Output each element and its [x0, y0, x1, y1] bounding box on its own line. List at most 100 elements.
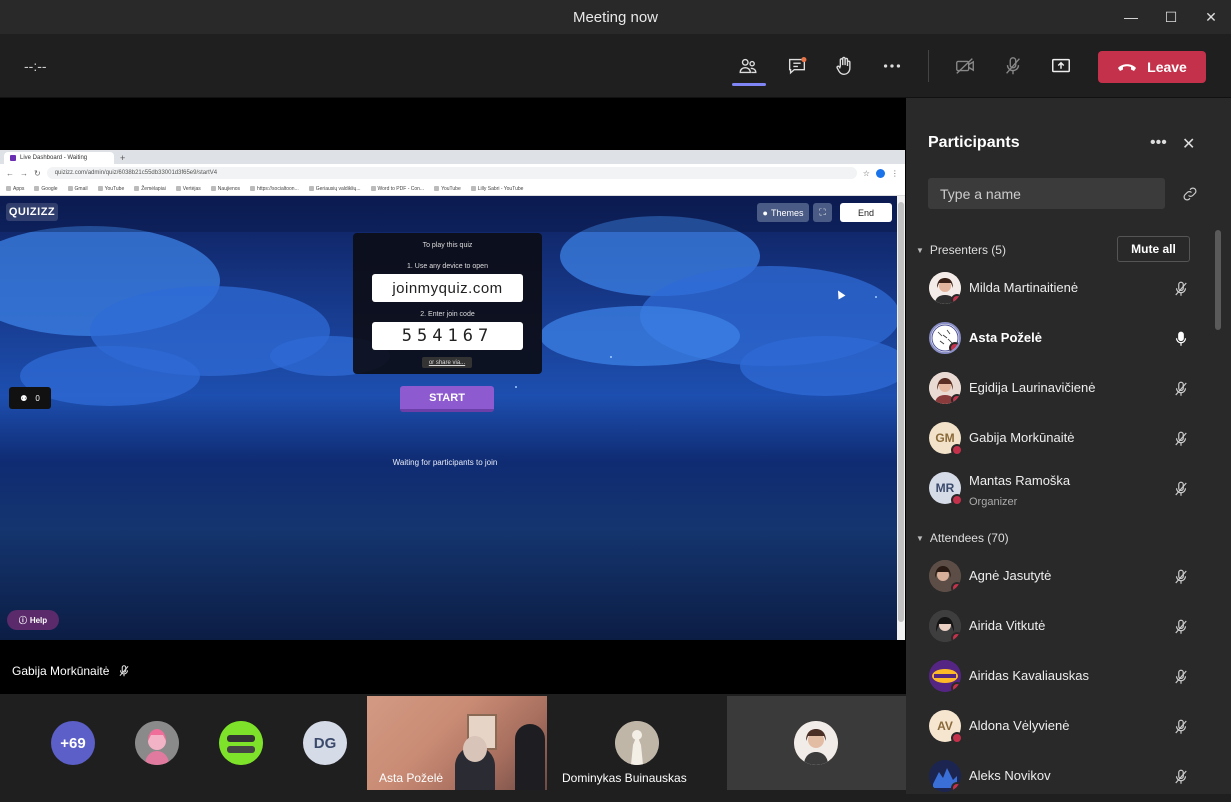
close-window-icon[interactable]: ✕	[1191, 0, 1231, 34]
quizizz-logo[interactable]: QUIZIZZ	[6, 203, 58, 221]
status-away-icon	[951, 632, 961, 642]
participant-row[interactable]: GM Gabija Morkūnaitė	[906, 414, 1216, 464]
video-tile-name: Dominykas Buinauskas	[562, 771, 687, 785]
participant-name: Milda Martinaitienė	[969, 280, 1079, 295]
status-away-icon	[951, 294, 961, 304]
participant-avatar-dg[interactable]: DG	[303, 721, 347, 765]
participant-row[interactable]: Airida Vitkutė	[906, 602, 1216, 652]
participant-row[interactable]: Aleks Novikov	[906, 752, 1216, 802]
chat-button[interactable]	[779, 48, 815, 84]
bookmark[interactable]: Google	[34, 186, 57, 192]
back-icon[interactable]: ←	[6, 169, 14, 178]
mic-off-icon[interactable]	[1172, 718, 1190, 736]
participant-row[interactable]: Airidas Kavaliauskas	[906, 652, 1216, 702]
share-screen-button[interactable]	[1043, 48, 1079, 84]
mute-all-button[interactable]: Mute all	[1117, 236, 1190, 262]
bookmark[interactable]: Žemėlapiai	[134, 186, 165, 192]
status-away-icon	[951, 782, 961, 792]
join-code-box[interactable]: 554167	[372, 322, 523, 350]
bookmark[interactable]: Word to PDF - Con...	[371, 186, 425, 192]
browser-scrollbar[interactable]	[897, 196, 905, 640]
bookmark[interactable]: https://socialtoon...	[250, 186, 299, 192]
end-button[interactable]: End	[840, 203, 892, 222]
status-away-icon	[951, 682, 961, 692]
panel-scrollbar[interactable]	[1215, 230, 1221, 330]
participant-row[interactable]: Asta Poželė	[906, 314, 1216, 364]
presenters-header-label: Presenters (5)	[929, 243, 1006, 257]
participants-button[interactable]	[730, 48, 766, 84]
browser-menu-icon[interactable]: ⋮	[891, 169, 899, 178]
participant-row[interactable]: AV Aldona Vėlyvienė	[906, 702, 1216, 752]
bookmark[interactable]: Lilly Sabri - YouTube	[471, 186, 524, 192]
bookmark[interactable]: Gmail	[68, 186, 88, 192]
window-title: Meeting now	[572, 8, 659, 26]
video-tile-self[interactable]	[727, 696, 906, 790]
more-actions-button[interactable]	[874, 48, 910, 84]
overflow-participants-button[interactable]: +69	[51, 721, 95, 765]
share-via-link[interactable]: or share via...	[422, 357, 472, 368]
bookmark[interactable]: Apps	[6, 186, 24, 192]
participant-avatar	[929, 322, 961, 354]
mic-toggle-button[interactable]	[995, 48, 1031, 84]
more-icon	[883, 64, 901, 68]
star-icon[interactable]: ☆	[863, 169, 870, 178]
camera-toggle-button[interactable]	[947, 48, 983, 84]
participant-row[interactable]: MR Mantas Ramoška Organizer	[906, 464, 1216, 514]
browser-url-field[interactable]: quizizz.com/admin/quiz/6038b21c55db33001…	[46, 167, 857, 179]
maximize-icon[interactable]: ☐	[1151, 0, 1191, 34]
bookmark[interactable]: YouTube	[98, 186, 125, 192]
browser-tab[interactable]: Live Dashboard - Waiting	[4, 152, 114, 164]
join-step-2: 2. Enter join code	[420, 311, 475, 318]
forward-icon[interactable]: →	[20, 169, 28, 178]
bookmark[interactable]: YouTube	[434, 186, 461, 192]
participant-avatar[interactable]	[219, 721, 263, 765]
fullscreen-button[interactable]: ⛶	[813, 203, 832, 222]
share-invite-icon[interactable]	[1181, 185, 1199, 203]
help-icon: ⓘ	[18, 615, 27, 625]
mic-off-icon[interactable]	[1172, 668, 1190, 686]
video-tile-dominykas[interactable]: Dominykas Buinauskas	[547, 696, 727, 790]
browser-profile-icon[interactable]	[875, 168, 885, 178]
toolbar-divider	[928, 50, 929, 82]
themes-button[interactable]: ● Themes	[757, 203, 809, 222]
presenters-section-header[interactable]: ▼ Presenters (5)	[916, 243, 1006, 257]
participant-avatar	[929, 760, 961, 792]
mic-off-icon[interactable]	[1172, 568, 1190, 586]
minimize-icon[interactable]: —	[1111, 0, 1151, 34]
help-button[interactable]: ⓘ Help	[7, 610, 59, 630]
mic-off-icon[interactable]	[1172, 280, 1190, 298]
video-tile-name: Asta Poželė	[379, 771, 444, 785]
participant-name: Airidas Kavaliauskas	[969, 668, 1089, 683]
participant-row[interactable]: Egidija Laurinavičienė	[906, 364, 1216, 414]
leave-label: Leave	[1147, 59, 1187, 75]
scrollbar-thumb[interactable]	[898, 202, 904, 622]
panel-close-icon[interactable]: ✕	[1182, 134, 1195, 154]
video-tile-asta[interactable]: Asta Poželė	[367, 696, 547, 790]
attendees-section-header[interactable]: ▼ Attendees (70)	[916, 531, 1009, 545]
mic-off-icon[interactable]	[1172, 768, 1190, 786]
bookmark[interactable]: Naujienos	[211, 186, 240, 192]
mic-off-icon[interactable]	[1172, 618, 1190, 636]
palette-icon: ●	[762, 207, 768, 218]
raise-hand-button[interactable]	[826, 48, 862, 84]
participant-search-input[interactable]	[928, 178, 1165, 209]
mic-on-icon[interactable]	[1172, 330, 1190, 348]
bookmark[interactable]: Geriausių valdiklių...	[309, 186, 361, 192]
avatar-image	[615, 721, 659, 765]
join-url-box[interactable]: joinmyquiz.com	[372, 274, 523, 302]
start-button[interactable]: START	[400, 386, 494, 412]
reload-icon[interactable]: ↻	[34, 169, 41, 178]
new-tab-icon[interactable]: +	[120, 152, 125, 164]
leave-button[interactable]: Leave	[1098, 51, 1206, 83]
person-head	[463, 736, 487, 762]
panel-more-icon[interactable]: •••	[1150, 134, 1167, 152]
mic-off-icon[interactable]	[1172, 380, 1190, 398]
bookmark[interactable]: Vertėjas	[176, 186, 201, 192]
mic-off-icon[interactable]	[1172, 430, 1190, 448]
star-decoration	[610, 356, 612, 358]
participant-avatar[interactable]	[135, 721, 179, 765]
mic-off-icon[interactable]	[1172, 480, 1190, 498]
player-count: 0	[35, 393, 40, 403]
participant-row[interactable]: Agnė Jasutytė	[906, 552, 1216, 602]
participant-row[interactable]: Milda Martinaitienė	[906, 264, 1216, 314]
